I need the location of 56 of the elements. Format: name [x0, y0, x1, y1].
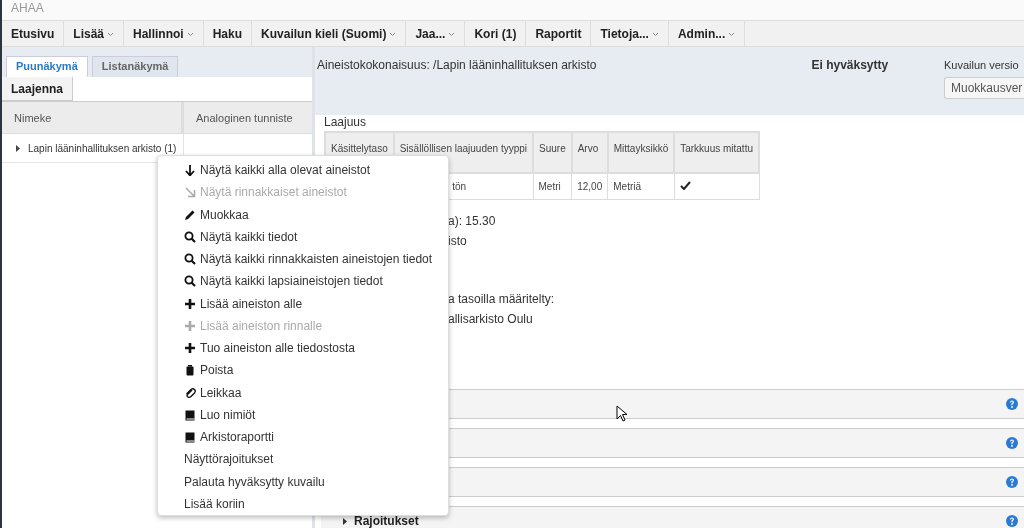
menu-item[interactable]: Näytä kaikki lapsiaineistojen tiedot [184, 270, 448, 293]
version-label: Kuvailun versio [944, 59, 1020, 71]
approval-status: Ei hyväksytty [811, 57, 890, 74]
column-header: Arvo [571, 132, 608, 173]
plus-icon [184, 319, 196, 332]
column-header: Mittayksikkö [607, 132, 675, 173]
breadcrumb-path: Aineistokokonaisuus: /Lapin lääninhallituksen arkisto [317, 57, 598, 74]
menu-item[interactable]: Muokkaa [184, 203, 448, 226]
column-header: Tarkkuus mitattu [674, 132, 759, 173]
help-icon[interactable] [1006, 437, 1018, 449]
detail-text: a tasoilla määritelty: [448, 292, 556, 308]
table-cell: 12,00 [571, 173, 608, 200]
plus-icon [184, 297, 196, 310]
menu-item[interactable]: Näyttörajoitukset [184, 448, 448, 471]
section-label: Laajuus [324, 115, 368, 129]
arrow-down-icon [184, 164, 196, 177]
menu-item[interactable]: Tuo aineiston alle tiedostosta [184, 337, 448, 360]
column-header[interactable]: Analoginen tunniste [184, 102, 293, 133]
menu-item[interactable]: Palauta hyväksytty kuvailu [184, 470, 448, 493]
menu-item[interactable]: Luo nimiöt [184, 403, 448, 426]
help-icon[interactable] [1006, 515, 1018, 527]
expand-caret-icon[interactable] [14, 143, 22, 153]
table-cell: Metri [533, 173, 572, 200]
menu-item[interactable]: Näytä kaikki tiedot [184, 225, 448, 248]
collapsible-panel[interactable]: Rajoitukset [321, 506, 1024, 528]
diagonal-arrow-icon [184, 186, 196, 199]
detail-text: isto [448, 234, 468, 250]
column-header: Suure [533, 132, 572, 173]
menu-item[interactable]: Poista [184, 359, 448, 382]
version-select[interactable]: Muokkausver [944, 77, 1024, 99]
paperclip-icon [184, 386, 196, 399]
pencil-icon [184, 208, 196, 221]
app-title: AHAA [10, 0, 44, 15]
detail-text: a): 15.30 [448, 214, 497, 230]
view-tab[interactable]: Puunäkymä [6, 56, 88, 77]
trash-icon [184, 364, 196, 377]
panel-title: Rajoitukset [354, 514, 419, 528]
detail-text: allisarkisto Oulu [448, 312, 534, 328]
menu-item[interactable]: Arkistoraportti [184, 426, 448, 449]
view-tab[interactable]: Listanäkymä [91, 56, 179, 77]
help-icon[interactable] [1006, 398, 1018, 410]
expand-button[interactable]: Laajenna [2, 77, 74, 101]
tree-item[interactable]: Lapin lääninhallituksen arkisto (1) [28, 142, 177, 154]
column-header[interactable]: Nimeke [2, 102, 184, 133]
plus-icon [184, 342, 196, 355]
table-cell: Metriä [607, 173, 675, 200]
help-icon[interactable] [1006, 476, 1018, 488]
mouse-cursor-icon [616, 405, 628, 422]
book-icon [184, 431, 196, 444]
search-icon [184, 275, 196, 288]
menu-item[interactable]: Lisää aineiston alle [184, 292, 448, 315]
book-icon [184, 408, 196, 421]
search-icon [184, 253, 196, 266]
search-icon [184, 230, 196, 243]
menu-item[interactable]: Näytä kaikki rinnakkaisten aineistojen tiedot [184, 248, 448, 271]
menu-item[interactable]: Leikkaa [184, 381, 448, 404]
